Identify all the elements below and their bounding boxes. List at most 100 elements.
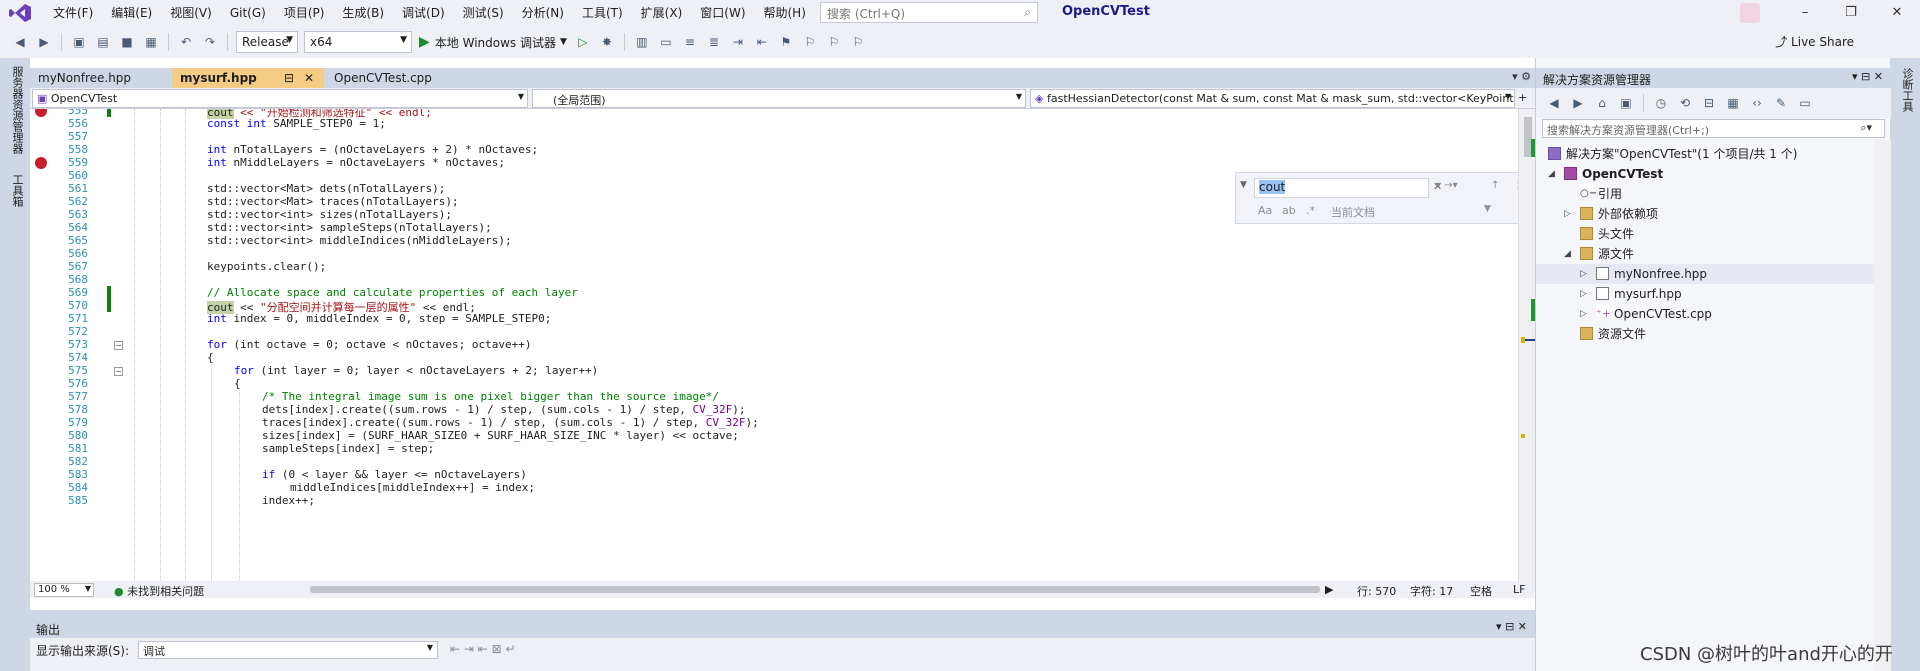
scope-dropdown[interactable]: (全局范围) ▼ [532,89,1026,108]
visual-studio-logo-icon[interactable] [8,3,32,23]
tree-source-files[interactable]: ◢ 源文件 [1536,244,1891,264]
collapsed-icon[interactable]: ▷ [1580,304,1587,324]
close-tab-icon[interactable]: ✕ [304,68,314,88]
close-button[interactable]: ✕ [1874,0,1920,26]
switch-views-icon[interactable]: ▣ [1617,94,1635,112]
breakpoint-icon[interactable] [35,109,47,117]
diagnostic-tools-tab[interactable]: 诊断工具 [1899,68,1915,112]
tree-references[interactable]: ○− 引用 [1536,184,1891,204]
expanded-icon[interactable]: ◢ [1548,164,1555,184]
home-icon[interactable]: ⌂ [1593,94,1611,112]
prev-bookmark-icon[interactable]: ⚐ [801,33,819,51]
properties-icon[interactable]: ✎ [1772,94,1790,112]
search-options-icon[interactable]: ▾ →▾ [1436,180,1458,191]
code-editor[interactable]: 555 556 557 558 559 560 561 562 563 564 … [30,109,1535,581]
collapse-icon[interactable]: − [114,367,123,376]
issues-indicator[interactable]: ● 未找到相关问题 [114,583,204,599]
next-bookmark-icon[interactable]: ⚐ [825,33,843,51]
member-dropdown[interactable]: ◈ fastHessianDetector(const Mat & sum, c… [1030,89,1515,108]
panel-window-controls[interactable]: ▾ ⊟ ✕ [1852,70,1883,83]
solution-explorer-scrollbar[interactable] [1874,140,1891,671]
clear-bookmarks-icon[interactable]: ⚐ [849,33,867,51]
live-share-button[interactable]: ⤴ Live Share [1775,33,1854,50]
solution-search-input[interactable]: 搜索解决方案资源管理器(Ctrl+;) ⌕▾ [1542,119,1885,138]
forward-icon[interactable]: ▶ [1569,94,1587,112]
chevron-down-icon[interactable]: ▼ [1484,204,1491,214]
match-case-icon[interactable]: Aa [1258,204,1272,217]
back-icon[interactable]: ◀ [1545,94,1563,112]
pin-icon[interactable]: ⊟ [284,68,294,88]
menu-tools[interactable]: 工具(T) [573,0,632,26]
tab-opencvtest[interactable]: OpenCVTest.cpp [326,68,456,88]
server-explorer-tab[interactable]: 服务器资源管理器 [9,66,25,154]
tree-project[interactable]: ◢ OpenCVTest [1536,164,1891,184]
regex-icon[interactable]: .* [1306,204,1315,217]
pending-changes-icon[interactable]: ◷ [1652,94,1670,112]
tree-file-mynonfree[interactable]: ▷ myNonfree.hpp [1536,264,1891,284]
bookmark-icon[interactable]: ⚑ [777,33,795,51]
collapsed-icon[interactable]: ▷ [1580,284,1587,304]
find-input[interactable]: cout ✕ [1254,178,1442,198]
tree-solution[interactable]: 解决方案"OpenCVTest"(1 个项目/共 1 个) [1536,144,1891,164]
zoom-select[interactable]: 100 % ▼ [34,583,94,597]
comment-icon[interactable]: ≡ [681,33,699,51]
breakpoint-icon[interactable] [35,157,47,169]
save-all-icon[interactable]: ▦ [142,33,160,51]
menu-build[interactable]: 生成(B) [333,0,393,26]
tab-mysurf[interactable]: mysurf.hpp ⊟ ✕ [172,68,324,88]
hot-reload-icon[interactable]: ✸ [598,33,616,51]
menu-edit[interactable]: 编辑(E) [102,0,161,26]
whole-word-icon[interactable]: ab [1282,204,1296,217]
undo-icon[interactable]: ↶ [177,33,195,51]
output-source-select[interactable]: 调试 ▼ [138,641,438,659]
forward-icon[interactable]: ▶ [35,33,53,51]
tree-header-files[interactable]: 头文件 [1536,224,1891,244]
tree-file-opencvtest[interactable]: ▷ ⁺+ OpenCVTest.cpp [1536,304,1891,324]
menu-analyze[interactable]: 分析(N) [513,0,573,26]
menu-extensions[interactable]: 扩展(X) [632,0,692,26]
toolbox-tab[interactable]: 工具箱 [9,174,25,207]
collapse-all-icon[interactable]: ⊟ [1700,94,1718,112]
new-project-icon[interactable]: ▣ [70,33,88,51]
menu-view[interactable]: 视图(V) [161,0,221,26]
tree-file-mysurf[interactable]: ▷ mysurf.hpp [1536,284,1891,304]
menu-test[interactable]: 测试(S) [454,0,513,26]
profile-avatar-icon[interactable] [1740,3,1760,23]
output-toolbar-icons[interactable]: ⇤ ⇥ ⇤ ⊠ ↵ [450,642,516,656]
uncomment-icon[interactable]: ≣ [705,33,723,51]
minimize-button[interactable]: – [1782,0,1828,26]
start-without-debugging-icon[interactable]: ▷ [574,33,592,51]
expanded-icon[interactable]: ◢ [1564,244,1571,264]
tree-external-deps[interactable]: ▷ 外部依赖项 [1536,204,1891,224]
maximize-button[interactable]: ❐ [1828,0,1874,26]
previous-result-icon[interactable]: ↑ [1491,180,1499,191]
collapse-icon[interactable]: − [114,341,123,350]
menu-file[interactable]: 文件(F) [44,0,102,26]
scroll-right-icon[interactable]: ▶ [1325,583,1333,596]
redo-icon[interactable]: ↷ [201,33,219,51]
project-dropdown[interactable]: ▣ OpenCVTest ▼ [32,89,528,108]
back-icon[interactable]: ◀ [11,33,29,51]
start-debugging-button[interactable]: ▶ 本地 Windows 调试器 ▼ [419,34,567,51]
solution-configurations-icon[interactable]: ▥ [633,33,651,51]
show-all-files-icon[interactable]: ▦ [1724,94,1742,112]
menu-debug[interactable]: 调试(D) [393,0,454,26]
sync-icon[interactable]: ⟲ [1676,94,1694,112]
whitespace-indicator[interactable]: 空格 [1470,583,1492,599]
toggle-replace-icon[interactable]: ▼ [1240,180,1247,190]
line-ending-indicator[interactable]: LF [1513,583,1525,596]
save-icon[interactable]: ■ [118,33,136,51]
add-icon[interactable]: + [1518,91,1527,104]
configuration-select[interactable]: Release ▼ [236,31,298,53]
menu-project[interactable]: 项目(P) [275,0,334,26]
menu-git[interactable]: Git(G) [221,0,275,26]
tab-mynonfree[interactable]: myNonfree.hpp [30,68,170,88]
open-file-icon[interactable]: ▤ [94,33,112,51]
menu-help[interactable]: 帮助(H) [755,0,815,26]
horizontal-scrollbar[interactable] [310,586,1320,593]
menu-window[interactable]: 窗口(W) [691,0,754,26]
indent-icon[interactable]: ⇥ [729,33,747,51]
preview-icon[interactable]: ▭ [1796,94,1814,112]
search-input[interactable]: 搜索 (Ctrl+Q) ⌕ [820,2,1038,23]
outdent-icon[interactable]: ⇤ [753,33,771,51]
